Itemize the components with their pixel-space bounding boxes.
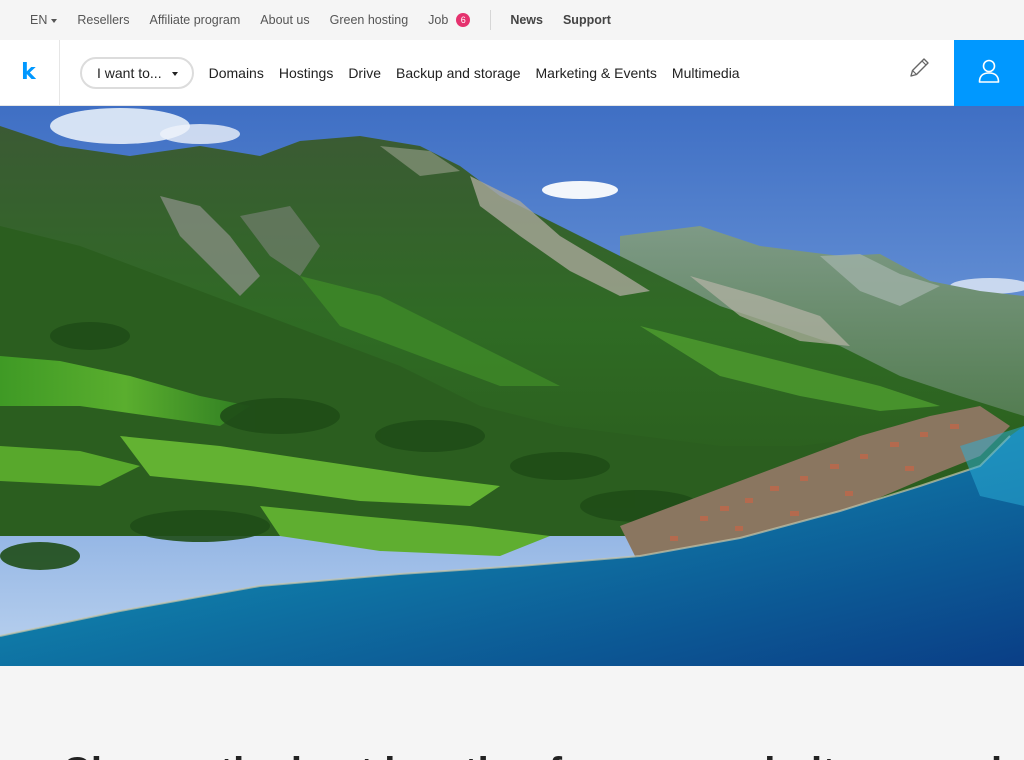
language-label: EN bbox=[30, 13, 48, 27]
utility-bar: EN Resellers Affiliate program About us … bbox=[0, 0, 1024, 40]
nav-marketing-events[interactable]: Marketing & Events bbox=[536, 65, 657, 81]
logo-letter: k bbox=[21, 59, 36, 85]
page-headline: Choose the best location for your websit… bbox=[62, 750, 1024, 760]
about-us-link[interactable]: About us bbox=[260, 13, 309, 27]
i-want-to-label: I want to... bbox=[97, 64, 162, 81]
user-icon bbox=[977, 58, 1001, 89]
job-count-badge: 6 bbox=[456, 13, 471, 27]
nav-multimedia[interactable]: Multimedia bbox=[672, 65, 740, 81]
pencil-icon[interactable] bbox=[906, 55, 932, 81]
chevron-down-icon bbox=[51, 18, 58, 23]
news-link[interactable]: News bbox=[510, 13, 543, 27]
resellers-link[interactable]: Resellers bbox=[77, 13, 129, 27]
nav-hostings[interactable]: Hostings bbox=[279, 65, 333, 81]
hero-image bbox=[0, 106, 1024, 666]
main-header: k I want to... Domains Hostings Drive Ba… bbox=[0, 40, 1024, 106]
affiliate-program-link[interactable]: Affiliate program bbox=[149, 13, 240, 27]
account-button[interactable] bbox=[954, 40, 1024, 106]
job-label: Job bbox=[428, 13, 449, 27]
support-link[interactable]: Support bbox=[563, 13, 611, 27]
nav-domains[interactable]: Domains bbox=[209, 65, 264, 81]
nav-drive[interactable]: Drive bbox=[348, 65, 381, 81]
divider bbox=[490, 10, 492, 30]
nav-backup-and-storage[interactable]: Backup and storage bbox=[396, 65, 521, 81]
job-link[interactable]: Job 6 bbox=[428, 13, 471, 27]
chevron-down-icon bbox=[171, 71, 178, 76]
i-want-to-dropdown[interactable]: I want to... bbox=[80, 56, 194, 89]
main-nav: Domains Hostings Drive Backup and storag… bbox=[209, 40, 755, 105]
language-selector[interactable]: EN bbox=[30, 13, 58, 27]
green-hosting-link[interactable]: Green hosting bbox=[330, 13, 409, 27]
logo[interactable]: k bbox=[0, 40, 60, 105]
content-section: Choose the best location for your websit… bbox=[0, 666, 1024, 760]
